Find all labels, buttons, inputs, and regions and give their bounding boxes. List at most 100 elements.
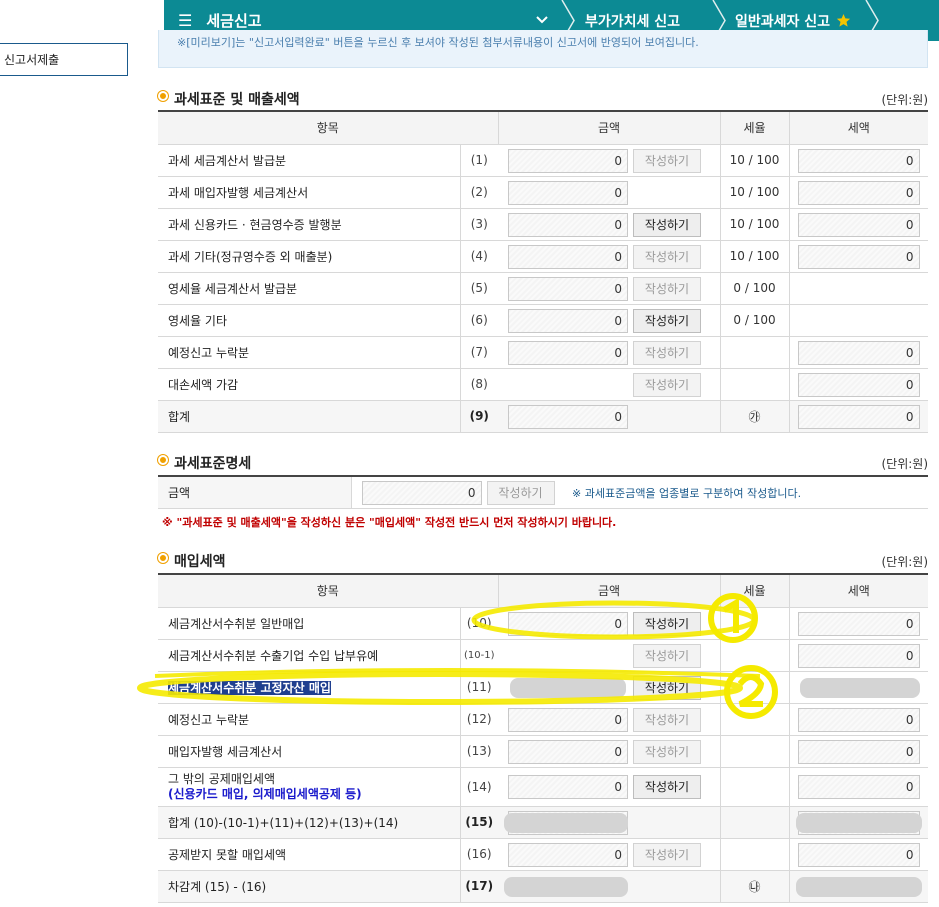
table-row: 공제받지 못할 매입세액 (16) 0 작성하기 0 bbox=[158, 838, 928, 871]
row-label: 대손세액 가감 bbox=[158, 368, 461, 401]
row-label: 차감계 (15) - (16) bbox=[158, 870, 461, 903]
base-amount-field[interactable]: 0 bbox=[361, 481, 482, 505]
bullet-icon bbox=[158, 455, 168, 465]
write-button[interactable]: 작성하기 bbox=[633, 340, 701, 365]
total-row: 차감계 (15) - (16) (17) ㉯ bbox=[158, 870, 928, 903]
rate-value bbox=[720, 838, 790, 871]
table-row: 과세 매입자발행 세금계산서 (2) 0 10 / 100 0 bbox=[158, 176, 928, 209]
redacted-amount bbox=[504, 812, 628, 833]
write-button[interactable]: 작성하기 bbox=[633, 212, 701, 237]
tax-field[interactable]: 0 bbox=[797, 404, 920, 429]
table-row: 과세 세금계산서 발급분 (1) 0 작성하기 10 / 100 0 bbox=[158, 144, 928, 177]
row-number: (8) bbox=[460, 368, 498, 401]
tax-field[interactable]: 0 bbox=[797, 244, 920, 269]
row-number: (3) bbox=[460, 208, 498, 241]
row-number: (10-1) bbox=[460, 639, 498, 672]
tax-field[interactable]: 0 bbox=[797, 739, 920, 764]
table-row: 과세 신용카드 · 현금영수증 발행분 (3) 0 작성하기 10 / 100 0 bbox=[158, 208, 928, 241]
write-button[interactable]: 작성하기 bbox=[633, 707, 701, 732]
tax-field[interactable]: 0 bbox=[797, 643, 920, 668]
table-row: 금액 0 작성하기 bbox=[158, 475, 928, 509]
redacted-tax bbox=[799, 677, 920, 698]
total-row: 합계 (9) 0 ㉮ 0 bbox=[158, 400, 928, 433]
amount-field[interactable]: 0 bbox=[508, 340, 628, 365]
tax-field[interactable]: 0 bbox=[797, 774, 920, 799]
write-button[interactable]: 작성하기 bbox=[633, 643, 701, 668]
row-number: (6) bbox=[460, 304, 498, 337]
write-button[interactable]: 작성하기 bbox=[633, 739, 701, 764]
row-label: 합계 (10)-(10-1)+(11)+(12)+(13)+(14) bbox=[158, 806, 461, 839]
write-button[interactable]: 작성하기 bbox=[633, 148, 701, 173]
row-number: (10) bbox=[460, 607, 498, 640]
menu-label: 세금신고 bbox=[206, 12, 262, 30]
table-row: 예정신고 누락분 (12) 0 작성하기 0 bbox=[158, 703, 928, 736]
amount-field[interactable]: 0 bbox=[508, 611, 628, 636]
write-button[interactable]: 작성하기 bbox=[633, 611, 701, 636]
row-label-selected: 세금계산서수취분 고정자산 매입 bbox=[168, 680, 331, 695]
row-label: 공제받지 못할 매입세액 bbox=[158, 838, 461, 871]
write-button[interactable]: 작성하기 bbox=[633, 244, 701, 269]
write-button[interactable]: 작성하기 bbox=[633, 372, 701, 397]
tax-field[interactable]: 0 bbox=[797, 611, 920, 636]
row-number: (2) bbox=[460, 176, 498, 209]
tax-field[interactable]: 0 bbox=[797, 707, 920, 732]
rate-value bbox=[720, 703, 790, 736]
rate-value bbox=[720, 767, 790, 807]
amount-field[interactable]: 0 bbox=[508, 212, 628, 237]
redacted-amount bbox=[510, 677, 626, 698]
row-label: 세금계산서수취분 일반매입 bbox=[158, 607, 461, 640]
tax-field[interactable]: 0 bbox=[797, 340, 920, 365]
tax-field[interactable]: 0 bbox=[797, 372, 920, 397]
row-label: 영세율 기타 bbox=[158, 304, 461, 337]
row-number: (5) bbox=[460, 272, 498, 305]
amount-field[interactable]: 0 bbox=[508, 707, 628, 732]
amount-field[interactable]: 0 bbox=[508, 276, 628, 301]
rate-value bbox=[720, 671, 790, 704]
section-title-text: 매입세액 bbox=[174, 554, 226, 570]
amount-field[interactable]: 0 bbox=[508, 308, 628, 333]
row-sublabel: (신용카드 매입, 의제매입세액공제 등) bbox=[168, 786, 362, 801]
write-button[interactable]: 작성하기 bbox=[633, 774, 701, 799]
purchase-table: 항목 금액 세율 세액 세금계산서수취분 일반매입 (10) 0 작성하기 0 세… bbox=[158, 573, 928, 903]
rate-value bbox=[720, 806, 790, 839]
redacted-tax bbox=[795, 876, 922, 897]
tax-empty bbox=[789, 304, 928, 337]
header-rate: 세율 bbox=[720, 110, 790, 145]
amount-field[interactable]: 0 bbox=[508, 842, 628, 867]
tax-field[interactable]: 0 bbox=[797, 212, 920, 237]
header-amount: 금액 bbox=[498, 573, 721, 608]
write-button[interactable]: 작성하기 bbox=[633, 842, 701, 867]
write-button[interactable]: 작성하기 bbox=[633, 675, 701, 700]
table-row: 예정신고 누락분 (7) 0 작성하기 0 bbox=[158, 336, 928, 369]
sidebar-item-submit-report[interactable]: 신고서제출 bbox=[0, 43, 128, 76]
tax-field[interactable]: 0 bbox=[797, 148, 920, 173]
amount-field[interactable]: 0 bbox=[508, 774, 628, 799]
write-button[interactable]: 작성하기 bbox=[633, 276, 701, 301]
row-number: (16) bbox=[460, 838, 498, 871]
table-row: 그 밖의 공제매입세액 (신용카드 매입, 의제매입세액공제 등) (14) 0… bbox=[158, 767, 928, 807]
rate-value: 10 / 100 bbox=[720, 240, 790, 273]
row-number: (13) bbox=[460, 735, 498, 768]
row-label: 매입자발행 세금계산서 bbox=[158, 735, 461, 768]
redacted-amount bbox=[504, 876, 628, 897]
rate-value bbox=[720, 336, 790, 369]
amount-field[interactable]: 0 bbox=[508, 739, 628, 764]
amount-field[interactable]: 0 bbox=[508, 244, 628, 269]
tax-field[interactable]: 0 bbox=[797, 180, 920, 205]
write-button[interactable]: 작성하기 bbox=[486, 481, 555, 505]
rate-value bbox=[720, 735, 790, 768]
section-title-sales: 과세표준 및 매출세액 bbox=[158, 89, 300, 109]
row-number: (11) bbox=[460, 671, 498, 704]
amount-field[interactable]: 0 bbox=[508, 404, 628, 429]
amount-field[interactable]: 0 bbox=[508, 148, 628, 173]
table-header-row: 항목 금액 세율 세액 bbox=[158, 573, 928, 608]
base-table: 금액 0 작성하기 bbox=[158, 475, 928, 509]
rate-value: 0 / 100 bbox=[720, 304, 790, 337]
table-row: 대손세액 가감 (8) 작성하기 0 bbox=[158, 368, 928, 401]
row-number: (7) bbox=[460, 336, 498, 369]
write-button[interactable]: 작성하기 bbox=[633, 308, 701, 333]
tax-field[interactable]: 0 bbox=[797, 842, 920, 867]
header-item: 항목 bbox=[158, 110, 499, 145]
amount-field[interactable]: 0 bbox=[508, 180, 628, 205]
star-icon[interactable] bbox=[836, 13, 851, 28]
